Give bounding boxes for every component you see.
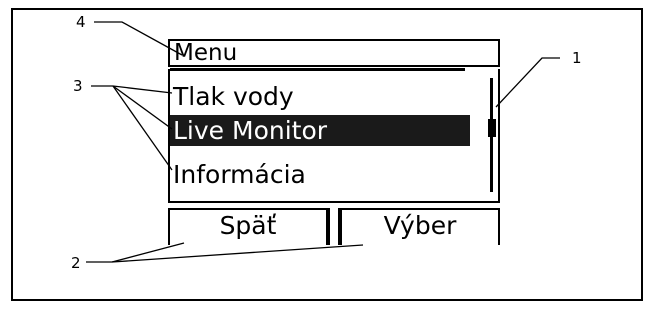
callout-line-1	[495, 57, 560, 108]
callout-line-4	[94, 21, 183, 56]
callout-label-1: 1	[572, 49, 582, 67]
callout-line-3a	[91, 85, 173, 94]
callout-line-2a	[86, 242, 185, 263]
callout-label-4: 4	[76, 13, 86, 31]
callout-line-3c	[112, 85, 173, 171]
callout-lines	[86, 21, 560, 263]
callout-label-2: 2	[71, 254, 81, 272]
callout-line-2b	[111, 244, 364, 263]
callout-label-3: 3	[73, 77, 83, 95]
